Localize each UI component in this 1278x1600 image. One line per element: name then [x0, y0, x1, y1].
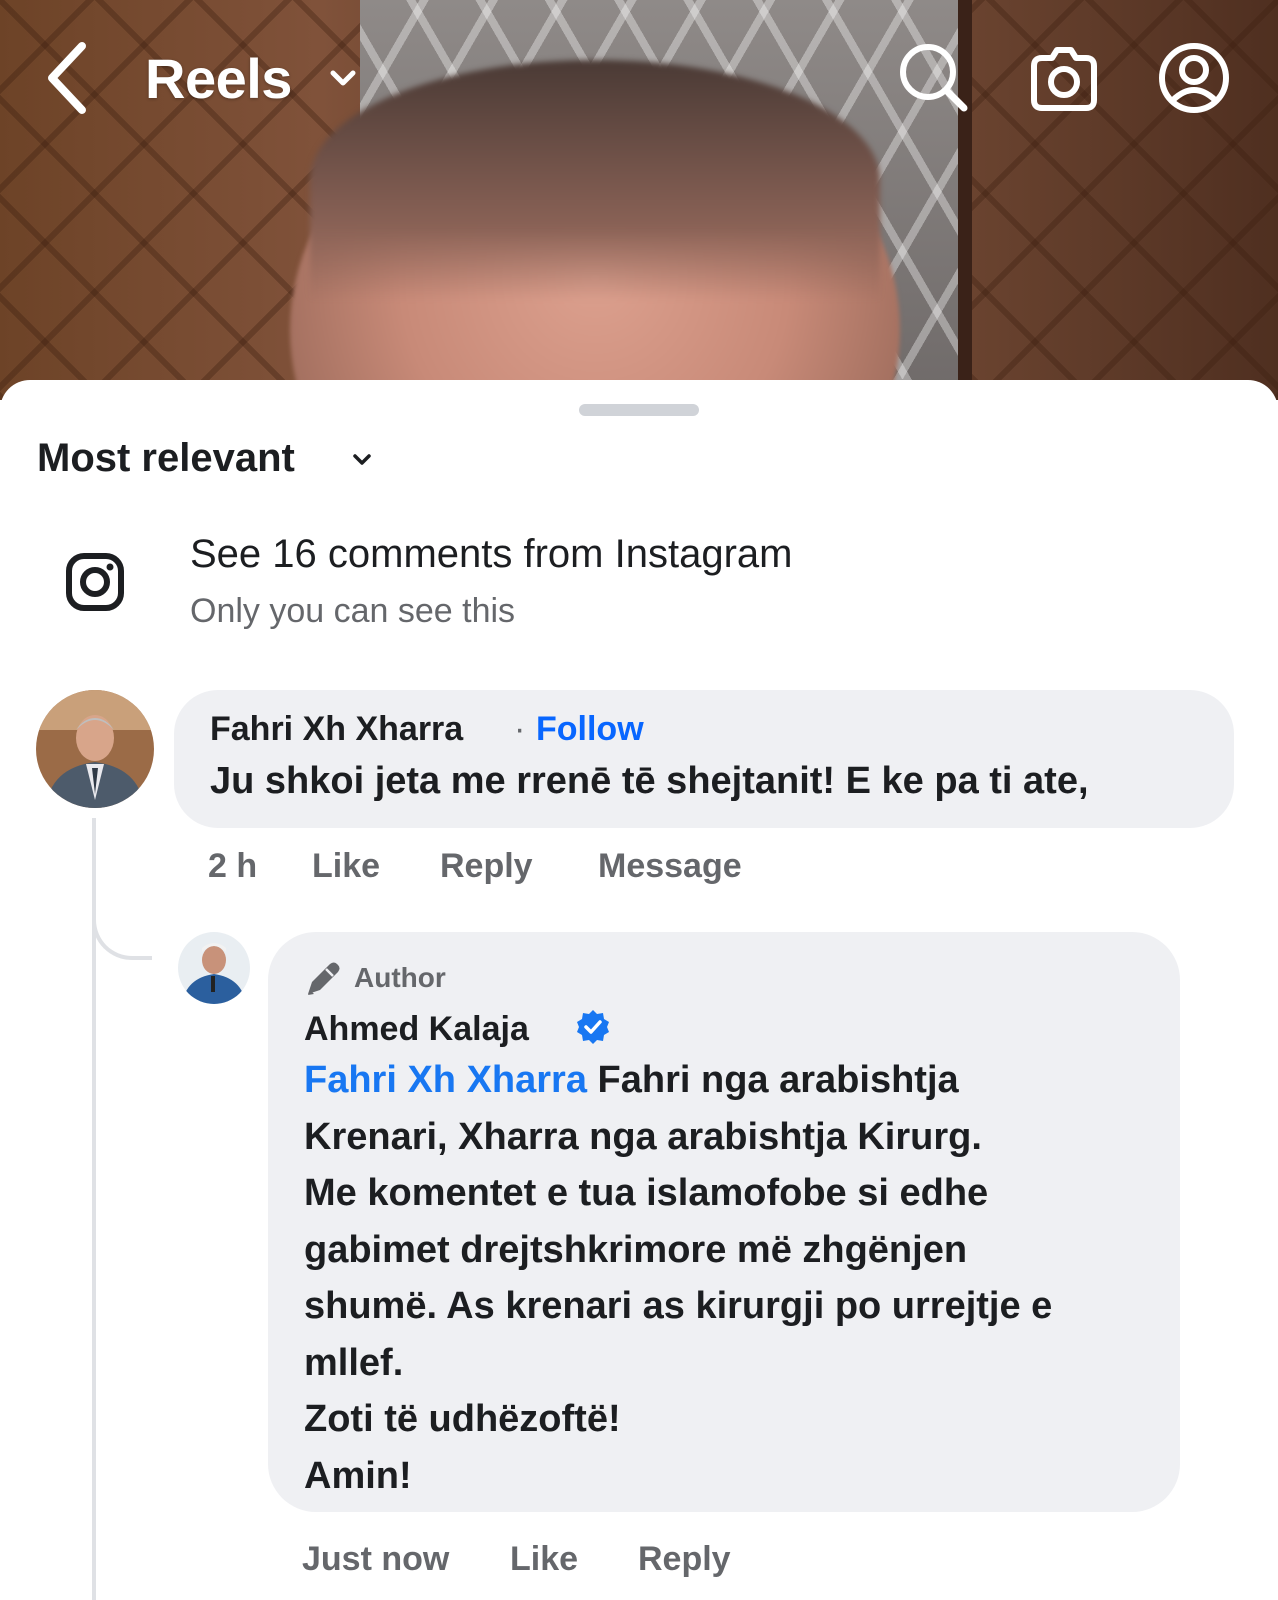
reply-bubble[interactable]: Author Ahmed Kalaja Fahri Xh Xharra Fahr… — [268, 932, 1180, 1512]
search-icon — [900, 44, 968, 112]
back-button[interactable] — [42, 38, 98, 118]
separator-dot: · — [514, 710, 526, 748]
comment-timestamp: 2 h — [208, 847, 258, 885]
instagram-comments-title: See 16 comments from Instagram — [190, 532, 793, 576]
camera-button[interactable] — [1028, 42, 1100, 114]
comments-sheet: Most relevant See 16 comments from Insta… — [0, 380, 1278, 1600]
avatar[interactable] — [36, 690, 154, 808]
instagram-comments-link[interactable]: See 16 comments from Instagram Only you … — [0, 520, 1278, 640]
chevron-down-icon[interactable] — [350, 450, 374, 468]
like-button[interactable]: Like — [510, 1540, 578, 1579]
sheet-drag-handle[interactable] — [579, 404, 699, 416]
reply-text-line: Amin! — [304, 1454, 412, 1497]
top-bar: Reels — [0, 0, 1278, 150]
comment-text: Ju shkoi jeta me rrenē tē shejtanit! E k… — [210, 760, 1089, 802]
verified-badge-icon — [574, 1008, 612, 1046]
reply-author[interactable]: Ahmed Kalaja — [304, 1010, 529, 1049]
follow-button[interactable]: Follow — [536, 710, 644, 749]
reply-text-line: gabimet drejtshkrimore më zhgënjen — [304, 1228, 968, 1271]
reply-text-line: Me komentet e tua islamofobe si edhe — [304, 1172, 989, 1214]
reply-button[interactable]: Reply — [638, 1540, 731, 1579]
profile-icon — [1159, 43, 1229, 113]
pencil-icon — [308, 962, 340, 995]
reply-text: Fahri Xh Xharra Fahri nga arabishtja Kre… — [304, 1052, 1164, 1504]
reply-timestamp: Just now — [302, 1540, 450, 1578]
comment-bubble[interactable]: Fahri Xh Xharra · Follow Ju shkoi jeta m… — [174, 690, 1234, 828]
instagram-icon — [65, 552, 125, 612]
page-title[interactable]: Reels — [145, 46, 292, 111]
search-button[interactable] — [898, 42, 970, 114]
author-label: Author — [354, 962, 446, 993]
profile-button[interactable] — [1158, 42, 1230, 114]
reply-text-line: Krenari, Xharra nga arabishtja Kirurg. — [304, 1115, 982, 1158]
mention-link[interactable]: Fahri Xh Xharra — [304, 1059, 587, 1101]
instagram-comments-subtitle: Only you can see this — [190, 592, 516, 630]
comment-author[interactable]: Fahri Xh Xharra — [210, 710, 463, 749]
like-button[interactable]: Like — [312, 847, 380, 886]
camera-icon — [1031, 47, 1097, 111]
message-button[interactable]: Message — [598, 847, 742, 886]
sort-dropdown[interactable]: Most relevant — [37, 436, 295, 481]
reply-button[interactable]: Reply — [440, 847, 533, 886]
reply-text-line: mllef. — [304, 1341, 404, 1384]
reply-text-line: shumë. As krenari as kirurgji po urrejtj… — [304, 1285, 1053, 1327]
reply-text-segment: Fahri nga arabishtja — [586, 1059, 959, 1101]
reply-thread-connector — [92, 910, 152, 960]
back-chevron-icon — [48, 42, 86, 114]
chevron-down-icon[interactable] — [328, 66, 358, 90]
reply-text-line: Fahri Xh Xharra Fahri nga arabishtja — [304, 1052, 1164, 1109]
reply-text-line: Zoti të udhëzoftë! — [304, 1398, 621, 1440]
avatar[interactable] — [178, 932, 250, 1004]
